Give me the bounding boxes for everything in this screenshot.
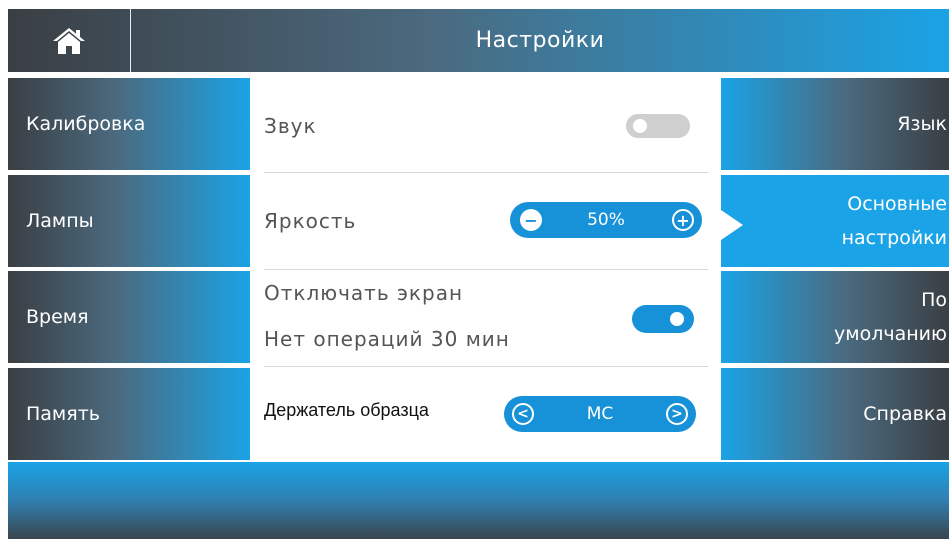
nav-lamps-label: Лампы (26, 210, 94, 232)
toggle-knob (633, 119, 647, 133)
nav-language-button[interactable]: Язык (721, 78, 949, 170)
minus-icon: − (524, 210, 538, 230)
nav-memory-label: Память (26, 403, 100, 425)
nav-lamps-button[interactable]: Лампы (8, 175, 250, 267)
nav-defaults-line2: умолчанию (834, 323, 947, 345)
sample-holder-setting-row: Держатель образца MC < > (264, 368, 708, 460)
screen-off-toggle[interactable] (632, 305, 694, 333)
nav-help-label: Справка (863, 403, 947, 425)
screen-off-timeout-label: Нет операций 30 мин (264, 327, 510, 351)
screen-off-label: Отключать экран (264, 281, 464, 305)
header-bar: Настройки (8, 9, 949, 72)
sample-holder-selector: MC < > (504, 396, 696, 432)
nav-basic-settings-line1: Основные (847, 193, 947, 215)
nav-basic-settings-button[interactable]: Основные настройки (721, 175, 949, 267)
brightness-decrease-button[interactable]: − (520, 209, 542, 231)
sound-toggle[interactable] (626, 114, 690, 138)
screen-off-setting-row: Отключать экран Нет операций 30 мин (264, 271, 708, 367)
nav-basic-settings-line2: настройки (841, 227, 947, 249)
brightness-increase-button[interactable]: + (672, 209, 694, 231)
nav-calibration-label: Калибровка (26, 113, 146, 135)
brightness-label: Яркость (264, 209, 357, 233)
nav-defaults-button[interactable]: По умолчанию (721, 271, 949, 363)
nav-defaults-label: По умолчанию (834, 283, 947, 351)
nav-time-label: Время (26, 306, 89, 328)
nav-time-button[interactable]: Время (8, 271, 250, 363)
home-button[interactable] (8, 9, 131, 72)
sample-holder-label: Держатель образца (264, 400, 429, 420)
toggle-knob (670, 312, 684, 326)
sound-label: Звук (264, 114, 317, 138)
bottom-bar (8, 462, 949, 539)
home-icon (53, 27, 85, 54)
brightness-setting-row: Яркость 50% − + (264, 174, 708, 270)
nav-basic-settings-label: Основные настройки (842, 187, 947, 255)
nav-language-label: Язык (897, 113, 947, 135)
settings-screen: Настройки Калибровка Лампы Время Память … (0, 0, 949, 539)
nav-help-button[interactable]: Справка (721, 368, 949, 460)
active-section-pointer (721, 210, 743, 240)
left-nav: Калибровка Лампы Время Память (8, 78, 250, 460)
sample-holder-next-button[interactable]: > (666, 403, 688, 425)
plus-icon: + (676, 210, 690, 230)
nav-memory-button[interactable]: Память (8, 368, 250, 460)
nav-defaults-line1: По (921, 289, 947, 311)
sample-holder-prev-button[interactable]: < (512, 403, 534, 425)
settings-panel: Звук Яркость 50% − + Отключать экран Нет… (250, 78, 721, 460)
chevron-left-icon: < (517, 406, 529, 422)
sound-setting-row: Звук (264, 78, 708, 173)
chevron-right-icon: > (671, 406, 683, 422)
right-nav: Язык Основные настройки По умолчанию Спр… (721, 78, 949, 460)
page-title: Настройки (475, 28, 605, 53)
nav-calibration-button[interactable]: Калибровка (8, 78, 250, 170)
brightness-stepper: 50% − + (510, 202, 702, 238)
